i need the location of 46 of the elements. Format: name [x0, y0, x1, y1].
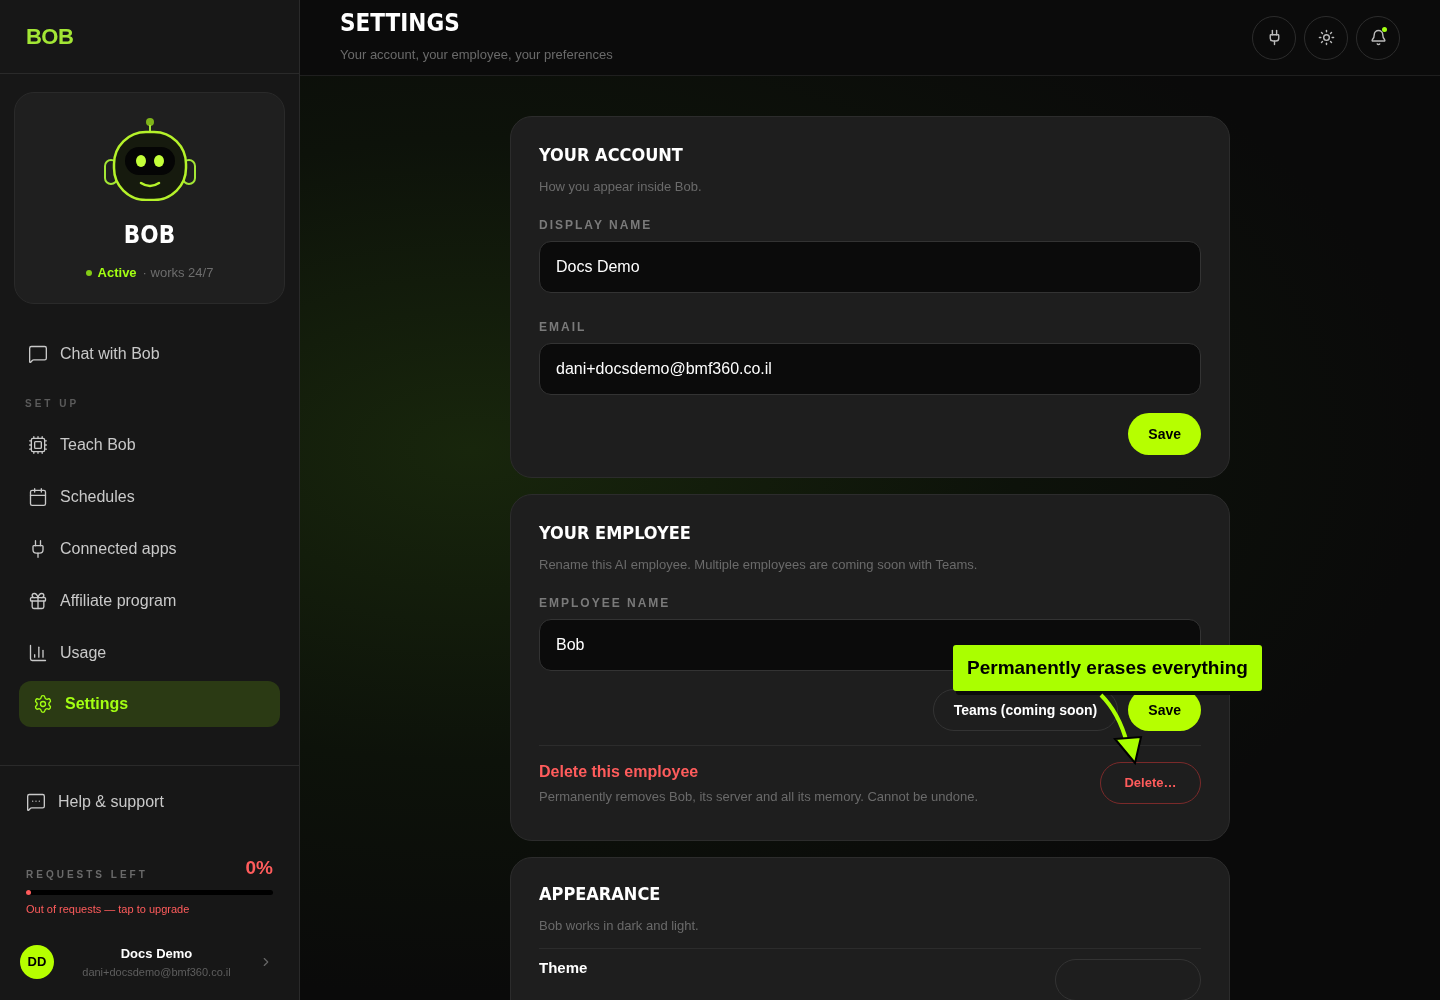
requests-reading: 0% — [245, 855, 273, 880]
card-title: APPEARANCE — [539, 882, 662, 906]
help-link[interactable]: Help & support — [26, 789, 164, 814]
user-name: Docs Demo — [120, 945, 193, 963]
bell-icon — [1369, 29, 1387, 46]
status-label: Active — [97, 264, 137, 282]
card-title: YOUR ACCOUNT — [539, 143, 684, 167]
chip-icon — [28, 435, 48, 455]
field-label: EMPLOYEE NAME — [539, 595, 672, 611]
bot-name: BOB — [123, 220, 176, 251]
upgrade-link[interactable]: Out of requests — tap to upgrade — [26, 901, 190, 918]
calendar-icon — [28, 487, 48, 507]
danger-title: Delete this employee — [539, 762, 700, 782]
chat-icon — [28, 344, 48, 364]
save-button[interactable]: Save — [1128, 413, 1201, 455]
text-field[interactable]: dani+docsdemo@bmf360.co.il — [539, 343, 1201, 395]
help-icon — [26, 791, 46, 812]
section-label: SET UP — [24, 397, 81, 411]
bob-logo[interactable]: BOB — [26, 25, 74, 48]
user-avatar: DD — [20, 945, 54, 979]
field-label: DISPLAY NAME — [539, 217, 654, 233]
requests-label: REQUESTS LEFT — [26, 868, 148, 882]
page-title: SETTINGS — [340, 10, 461, 35]
nav-item[interactable]: Usage — [19, 629, 280, 677]
sun-icon — [1317, 29, 1335, 46]
user-email: dani+docsdemo@bmf360.co.il — [82, 964, 231, 980]
nav-item[interactable]: Schedules — [19, 473, 280, 521]
page-subtitle: Your account, your employee, your preferences — [340, 45, 613, 64]
bar-chart-icon — [28, 643, 48, 663]
card-description: Rename this AI employee. Multiple employees are coming soon with Teams. — [539, 556, 979, 574]
card-description: How you appear inside Bob. — [539, 178, 703, 196]
theme-label: Theme — [539, 959, 588, 978]
field-label: EMAIL — [539, 319, 588, 335]
danger-description: Permanently removes Bob, its server and all its memory. Cannot be undone. — [539, 788, 979, 806]
card-title: YOUR EMPLOYEE — [539, 521, 692, 545]
card-description: Bob works in dark and light. — [539, 917, 700, 935]
robot-avatar-icon — [102, 115, 197, 201]
nav-item[interactable]: Chat with Bob — [19, 330, 280, 378]
status-note: · works 24/7 — [142, 264, 214, 282]
nav-item[interactable]: Connected apps — [19, 525, 280, 573]
nav-item[interactable]: Teach Bob — [19, 421, 280, 469]
settings-icon — [33, 694, 53, 714]
nav-item[interactable]: Affiliate program — [19, 577, 280, 625]
gift-icon — [28, 591, 48, 611]
text-field[interactable]: Docs Demo — [539, 241, 1201, 293]
nav-item[interactable]: Settings — [19, 681, 280, 727]
